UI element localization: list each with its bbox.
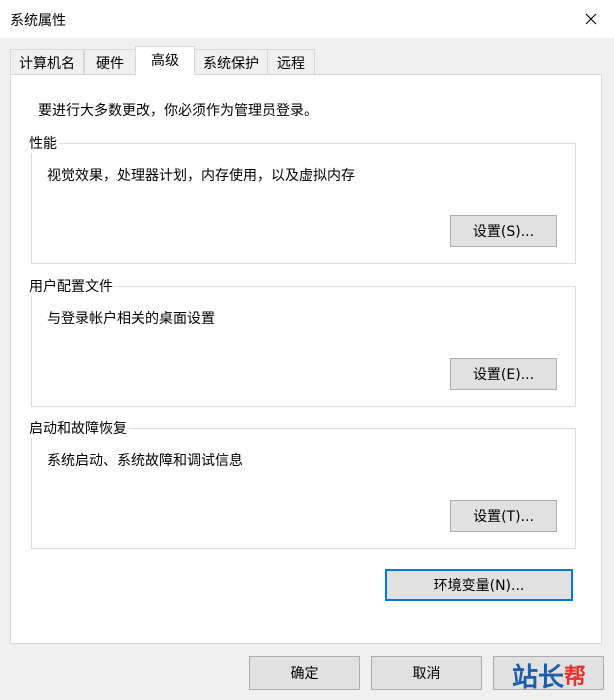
watermark-text-a: 站长 bbox=[511, 662, 564, 693]
user-profiles-group-title: 用户配置文件 bbox=[26, 276, 116, 296]
performance-settings-button[interactable]: 设置(S)... bbox=[450, 215, 557, 247]
title-bar: 系统属性 bbox=[0, 0, 614, 38]
performance-group: 性能 视觉效果，处理器计划，内存使用，以及虚拟内存 设置(S)... bbox=[26, 133, 576, 264]
user-profiles-settings-button[interactable]: 设置(E)... bbox=[450, 358, 557, 390]
startup-recovery-description: 系统启动、系统故障和调试信息 bbox=[47, 453, 243, 469]
environment-variables-button[interactable]: 环境变量(N)... bbox=[385, 569, 573, 601]
watermark-logo: 站长帮 bbox=[494, 653, 604, 697]
cancel-button[interactable]: 取消 bbox=[371, 656, 482, 690]
ok-button[interactable]: 确定 bbox=[249, 656, 360, 690]
window-title: 系统属性 bbox=[10, 13, 66, 29]
performance-group-title: 性能 bbox=[26, 133, 60, 153]
admin-notice: 要进行大多数更改，你必须作为管理员登录。 bbox=[38, 103, 318, 119]
tab-system-protection[interactable]: 系统保护 bbox=[194, 49, 268, 74]
close-button[interactable] bbox=[568, 0, 614, 38]
tab-hardware[interactable]: 硬件 bbox=[84, 49, 136, 74]
startup-recovery-group-title: 启动和故障恢复 bbox=[26, 418, 130, 438]
advanced-tab-panel: 要进行大多数更改，你必须作为管理员登录。 性能 视觉效果，处理器计划，内存使用，… bbox=[10, 74, 602, 644]
tab-advanced[interactable]: 高级 bbox=[135, 46, 195, 76]
user-profiles-description: 与登录帐户相关的桌面设置 bbox=[47, 311, 215, 327]
watermark-text-b: 帮 bbox=[564, 665, 587, 690]
tab-remote[interactable]: 远程 bbox=[267, 49, 315, 74]
startup-recovery-group: 启动和故障恢复 系统启动、系统故障和调试信息 设置(T)... bbox=[26, 418, 576, 549]
tab-computer-name[interactable]: 计算机名 bbox=[10, 49, 84, 74]
performance-description: 视觉效果，处理器计划，内存使用，以及虚拟内存 bbox=[47, 168, 355, 184]
startup-recovery-settings-button[interactable]: 设置(T)... bbox=[450, 500, 557, 532]
user-profiles-group: 用户配置文件 与登录帐户相关的桌面设置 设置(E)... bbox=[26, 276, 576, 407]
close-icon bbox=[585, 13, 597, 25]
